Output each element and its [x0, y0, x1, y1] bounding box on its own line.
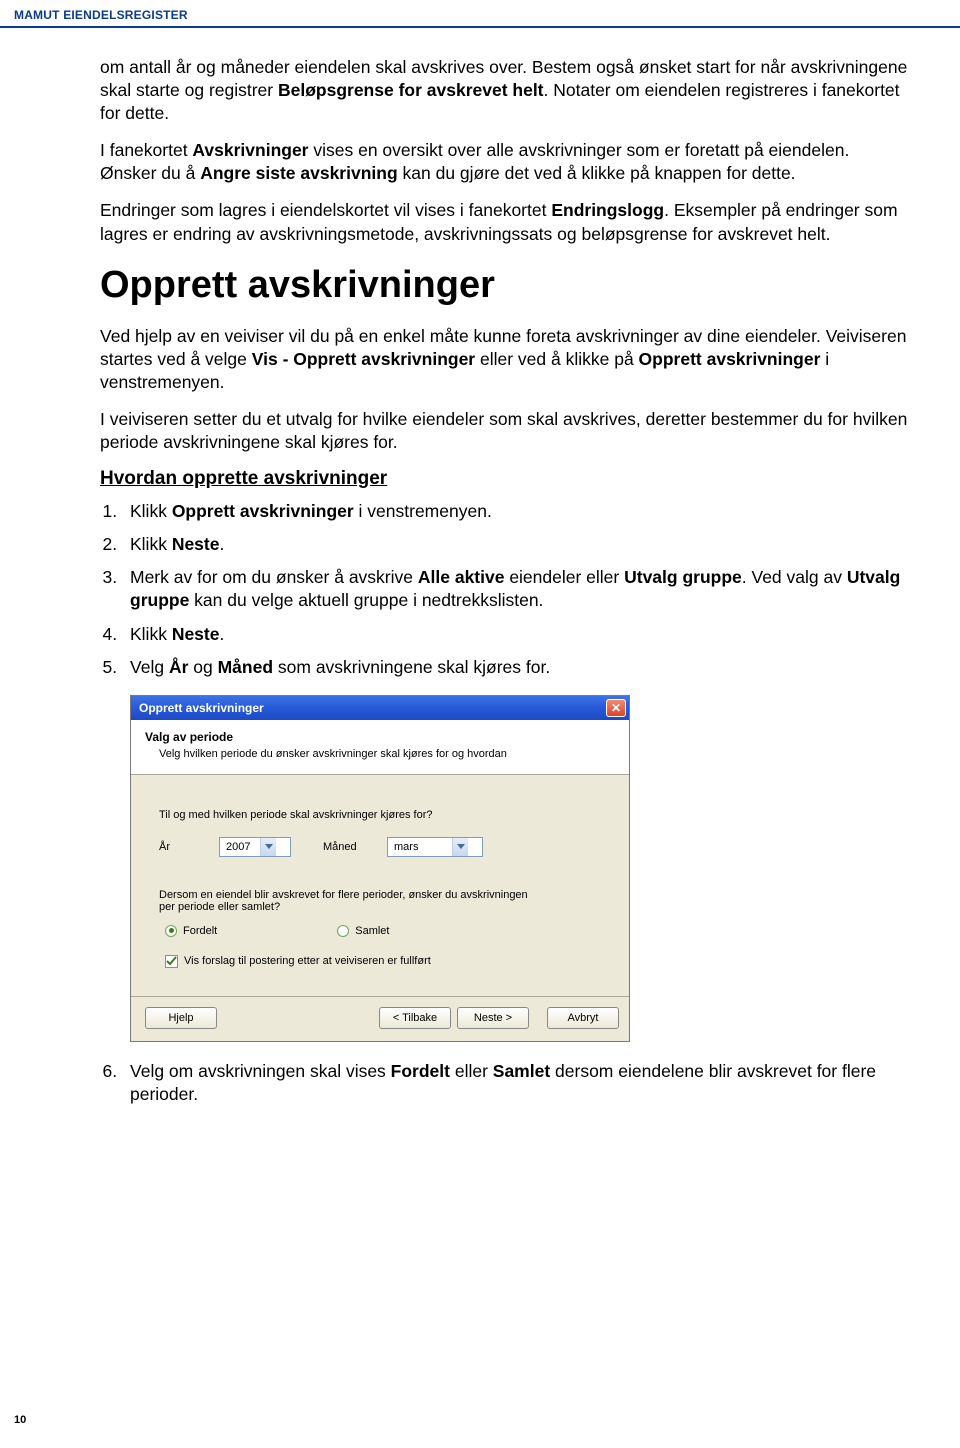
text: i venstremenyen. — [354, 501, 492, 521]
bold-text: Opprett avskrivninger — [172, 501, 354, 521]
titlebar: Opprett avskrivninger ✕ — [131, 696, 629, 720]
text: Endringer som lagres i eiendelskortet vi… — [100, 200, 551, 220]
next-button[interactable]: Neste > — [457, 1007, 529, 1029]
bold-text: Måned — [218, 657, 273, 677]
month-label: Måned — [323, 841, 377, 853]
list-item: Klikk Neste. — [122, 623, 910, 646]
chevron-down-icon — [260, 838, 276, 856]
subheading-hvordan: Hvordan opprette avskrivninger — [100, 468, 910, 490]
year-label: År — [159, 841, 209, 853]
list-item: Velg om avskrivningen skal vises Fordelt… — [122, 1060, 910, 1106]
text: som avskrivningene skal kjøres for. — [273, 657, 550, 677]
year-select[interactable]: 2007 — [219, 837, 291, 857]
bold-text: Neste — [172, 624, 220, 644]
bold-text: Utvalg gruppe — [624, 567, 742, 587]
wizard-header: Valg av periode Velg hvilken periode du … — [131, 720, 629, 775]
month-value: mars — [388, 841, 452, 853]
paragraph-2: I fanekortet Avskrivninger vises en over… — [100, 139, 910, 185]
bold-text: Vis - Opprett avskrivninger — [252, 349, 475, 369]
year-value: 2007 — [220, 841, 260, 853]
wizard-header-title: Valg av periode — [145, 730, 615, 744]
question-period: Til og med hvilken periode skal avskrivn… — [159, 809, 601, 821]
page-number: 10 — [14, 1414, 26, 1426]
chevron-down-icon — [452, 838, 468, 856]
radio-samlet[interactable]: Samlet — [337, 925, 389, 937]
doc-header: MAMUT EIENDELSREGISTER — [0, 0, 960, 28]
bold-text: Fordelt — [391, 1061, 450, 1081]
radio-icon — [165, 925, 177, 937]
text: Velg om avskrivningen skal vises — [130, 1061, 391, 1081]
text: per periode eller samlet? — [159, 901, 601, 913]
text: Klikk — [130, 501, 172, 521]
close-button[interactable]: ✕ — [606, 699, 626, 717]
paragraph-1: om antall år og måneder eiendelen skal a… — [100, 56, 910, 125]
radio-fordelt[interactable]: Fordelt — [165, 925, 217, 937]
text: I fanekortet — [100, 140, 192, 160]
text: . Ved valg av — [742, 567, 847, 587]
text: og — [188, 657, 217, 677]
cancel-button[interactable]: Avbryt — [547, 1007, 619, 1029]
paragraph-4: Ved hjelp av en veiviser vil du på en en… — [100, 325, 910, 394]
dialog-title: Opprett avskrivninger — [139, 701, 264, 715]
dialog-opprett-avskrivninger: Opprett avskrivninger ✕ Valg av periode … — [130, 695, 630, 1042]
radio-icon — [337, 925, 349, 937]
wizard-body: Til og med hvilken periode skal avskrivn… — [131, 775, 629, 996]
back-button[interactable]: < Tilbake — [379, 1007, 451, 1029]
question-samlet: Dersom en eiendel blir avskrevet for fle… — [159, 889, 601, 913]
heading-opprett-avskrivninger: Opprett avskrivninger — [100, 264, 910, 307]
text: Klikk — [130, 534, 172, 554]
button-row: Hjelp < Tilbake Neste > Avbryt — [131, 996, 629, 1041]
bold-text: Samlet — [493, 1061, 550, 1081]
text: kan du gjøre det ved å klikke på knappen… — [398, 163, 796, 183]
bold-text: Opprett avskrivninger — [639, 349, 821, 369]
text: . — [219, 624, 224, 644]
text: eiendeler eller — [504, 567, 624, 587]
radio-label: Fordelt — [183, 925, 217, 937]
radio-label: Samlet — [355, 925, 389, 937]
paragraph-3: Endringer som lagres i eiendelskortet vi… — [100, 199, 910, 245]
bold-text: Avskrivninger — [192, 140, 308, 160]
bold-text: År — [169, 657, 188, 677]
checkbox-vis-forslag[interactable]: Vis forslag til postering etter at veivi… — [159, 955, 601, 968]
help-button[interactable]: Hjelp — [145, 1007, 217, 1029]
text: Velg — [130, 657, 169, 677]
text: eller — [450, 1061, 493, 1081]
checkbox-icon — [165, 955, 178, 968]
paragraph-5: I veiviseren setter du et utvalg for hvi… — [100, 408, 910, 454]
checkbox-label: Vis forslag til postering etter at veivi… — [184, 955, 431, 967]
month-select[interactable]: mars — [387, 837, 483, 857]
text: kan du velge aktuell gruppe i nedtrekksl… — [189, 590, 543, 610]
text: Merk av for om du ønsker å avskrive — [130, 567, 418, 587]
bold-text: Neste — [172, 534, 220, 554]
wizard-header-subtitle: Velg hvilken periode du ønsker avskrivni… — [145, 748, 615, 760]
text: . — [219, 534, 224, 554]
list-item: Merk av for om du ønsker å avskrive Alle… — [122, 566, 910, 612]
list-item: Klikk Neste. — [122, 533, 910, 556]
text: Klikk — [130, 624, 172, 644]
close-icon: ✕ — [611, 702, 621, 714]
bold-text: Angre siste avskrivning — [200, 163, 397, 183]
bold-text: Alle aktive — [418, 567, 505, 587]
list-item: Velg År og Måned som avskrivningene skal… — [122, 656, 910, 679]
text: Dersom en eiendel blir avskrevet for fle… — [159, 889, 601, 901]
list-item: Klikk Opprett avskrivninger i venstremen… — [122, 500, 910, 523]
text: eller ved å klikke på — [475, 349, 638, 369]
bold-text: Beløpsgrense for avskrevet helt — [278, 80, 544, 100]
bold-text: Endringslogg — [551, 200, 664, 220]
